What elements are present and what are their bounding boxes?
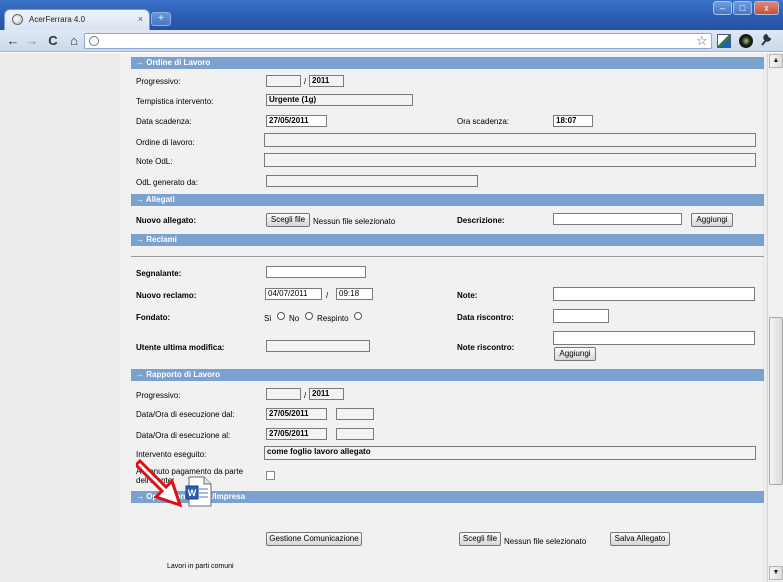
minimize-button[interactable]: – xyxy=(713,1,732,15)
note-riscontro-input[interactable] xyxy=(553,331,755,345)
data-riscontro-label: Data riscontro: xyxy=(457,313,514,322)
ora-scadenza-label: Ora scadenza: xyxy=(457,117,510,126)
document-caption[interactable]: Lavori in parti comuni xyxy=(167,563,234,570)
word-document-icon[interactable]: W xyxy=(185,476,212,507)
aggiungi-allegato-button[interactable]: Aggiungi xyxy=(691,213,733,227)
nuovo-reclamo-time-input[interactable]: 09:18 xyxy=(336,288,373,300)
tab-title: AcerFerrara 4.0 xyxy=(29,15,86,24)
section-operazioni-header[interactable]: → Operazioni ACER/Impresa xyxy=(131,491,764,503)
no-file-text-operazioni: Nessun file selezionato xyxy=(504,537,587,546)
slash: / xyxy=(304,77,307,86)
fondato-label: Fondato: xyxy=(136,313,171,322)
scroll-up-icon[interactable]: ▲ xyxy=(769,54,783,68)
back-arrow-icon[interactable]: ← xyxy=(5,33,21,49)
new-tab-button[interactable]: + xyxy=(151,12,171,26)
choose-file-button[interactable]: Scegli file xyxy=(266,213,310,227)
globe-icon xyxy=(12,14,23,25)
radio-no[interactable] xyxy=(305,312,313,320)
note-label: Note: xyxy=(457,291,478,300)
radio-respinto[interactable] xyxy=(354,312,362,320)
note-odl-label: Note OdL: xyxy=(136,157,173,166)
esecuzione-dal-time-field[interactable] xyxy=(336,408,374,420)
gestione-comunicazione-button[interactable]: Gestione Comunicazione xyxy=(266,532,362,546)
extension-icon[interactable] xyxy=(739,34,753,48)
note-input[interactable] xyxy=(553,287,755,301)
note-odl-field[interactable] xyxy=(264,153,756,167)
scroll-thumb[interactable] xyxy=(769,317,783,485)
section-allegati-header[interactable]: → Allegati xyxy=(131,194,764,206)
section-ordine-header[interactable]: → Ordine di Lavoro xyxy=(131,57,764,69)
browser-toolbar: ← → C ⌂ ☆ xyxy=(0,30,783,52)
utente-ultima-modifica-field[interactable] xyxy=(266,340,370,352)
pagamento-checkbox[interactable] xyxy=(266,471,275,480)
nuovo-reclamo-label: Nuovo reclamo: xyxy=(136,291,197,300)
rapporto-progressivo-number-field[interactable] xyxy=(266,388,301,400)
bookmark-star-icon[interactable]: ☆ xyxy=(696,33,708,48)
choose-file-button-operazioni[interactable]: Scegli file xyxy=(459,532,501,546)
svg-text:W: W xyxy=(188,488,197,498)
section-rapporto-header[interactable]: → Rapporto di Lavoro xyxy=(131,369,764,381)
radio-no-label: No xyxy=(289,314,300,323)
scroll-down-icon[interactable]: ▼ xyxy=(769,566,783,580)
nuovo-reclamo-date-input[interactable]: 04/07/2011 xyxy=(265,288,322,300)
rapporto-progressivo-label: Progressivo: xyxy=(136,391,181,400)
home-icon[interactable]: ⌂ xyxy=(66,33,82,49)
section-reclami-header[interactable]: → Reclami xyxy=(131,234,764,246)
esecuzione-dal-date-field[interactable]: 27/05/2011 xyxy=(266,408,327,420)
slash: / xyxy=(326,291,329,300)
browser-tab[interactable]: AcerFerrara 4.0 × xyxy=(4,9,150,30)
salva-allegato-button[interactable]: Salva Allegato xyxy=(610,532,670,546)
maximize-button[interactable]: □ xyxy=(733,1,752,15)
reload-icon[interactable]: C xyxy=(45,33,61,49)
progressivo-number-field[interactable] xyxy=(266,75,301,87)
odl-generato-field[interactable] xyxy=(266,175,478,187)
divider xyxy=(131,256,764,257)
translate-extension-icon[interactable] xyxy=(717,34,731,48)
forward-arrow-icon[interactable]: → xyxy=(24,33,40,49)
close-window-button[interactable]: x xyxy=(754,1,779,15)
vertical-scrollbar[interactable]: ▲ ▼ xyxy=(767,53,783,582)
progressivo-year-field[interactable]: 2011 xyxy=(309,75,344,87)
descrizione-label: Descrizione: xyxy=(457,216,505,225)
radio-si-label: Si xyxy=(264,314,272,323)
radio-respinto-label: Respinto xyxy=(317,314,349,323)
window-titlebar: AcerFerrara 4.0 × + – □ x xyxy=(0,0,783,30)
wrench-menu-icon[interactable] xyxy=(760,33,772,51)
esecuzione-al-label: Data/Ora di esecuzione al: xyxy=(136,431,231,440)
segnalante-label: Segnalante: xyxy=(136,269,182,278)
descrizione-input[interactable] xyxy=(553,213,682,225)
data-scadenza-label: Data scadenza: xyxy=(136,117,192,126)
address-bar[interactable] xyxy=(84,33,712,49)
page-icon xyxy=(89,36,99,46)
tempistica-field[interactable]: Urgente (1g) xyxy=(266,94,413,106)
ora-scadenza-field[interactable]: 18:07 xyxy=(553,115,593,127)
tab-close-icon[interactable]: × xyxy=(138,14,143,24)
esecuzione-al-date-field[interactable]: 27/05/2011 xyxy=(266,428,327,440)
progressivo-label: Progressivo: xyxy=(136,77,181,86)
rapporto-progressivo-year-field[interactable]: 2011 xyxy=(309,388,344,400)
no-file-text: Nessun file selezionato xyxy=(313,217,396,226)
aggiungi-reclamo-button[interactable]: Aggiungi xyxy=(554,347,596,361)
tempistica-label: Tempistica intervento: xyxy=(136,97,214,106)
ordine-di-lavoro-label: Ordine di lavoro: xyxy=(136,138,195,147)
segnalante-input[interactable] xyxy=(266,266,366,278)
radio-si[interactable] xyxy=(277,312,285,320)
intervento-eseguito-field[interactable]: come foglio lavoro allegato xyxy=(264,446,756,460)
nuovo-allegato-label: Nuovo allegato: xyxy=(136,216,197,225)
utente-ultima-modifica-label: Utente ultima modifica: xyxy=(136,343,225,352)
data-scadenza-field[interactable]: 27/05/2011 xyxy=(266,115,327,127)
data-riscontro-input[interactable] xyxy=(553,309,609,323)
ordine-di-lavoro-field[interactable] xyxy=(264,133,756,147)
esecuzione-dal-label: Data/Ora di esecuzione dal: xyxy=(136,410,235,419)
note-riscontro-label: Note riscontro: xyxy=(457,343,515,352)
left-gutter xyxy=(0,53,120,582)
odl-generato-label: OdL generato da: xyxy=(136,178,198,187)
red-arrow-icon xyxy=(136,458,183,508)
esecuzione-al-time-field[interactable] xyxy=(336,428,374,440)
slash: / xyxy=(304,391,307,400)
